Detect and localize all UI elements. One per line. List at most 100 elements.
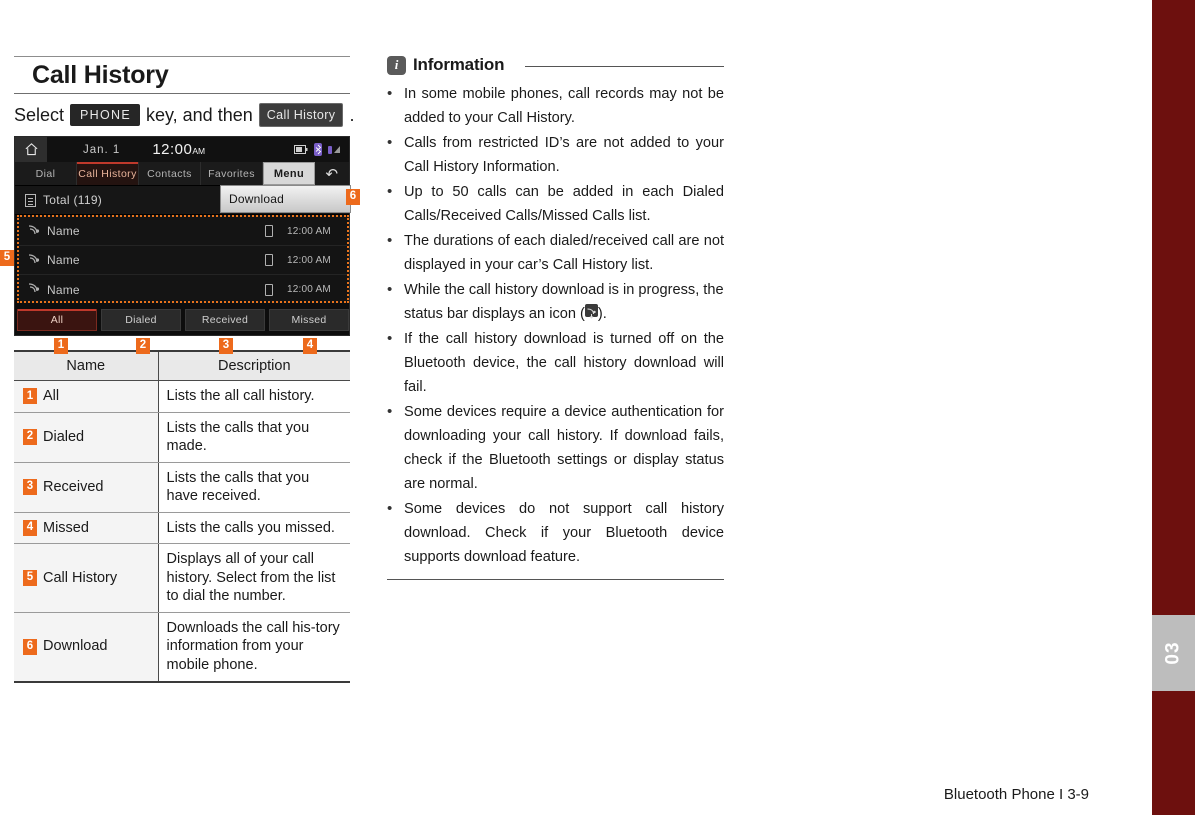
- device-filter-all[interactable]: All: [17, 309, 97, 331]
- table-row: 4 Missed Lists the calls you missed.: [14, 512, 350, 545]
- device-date: Jan. 1: [83, 143, 121, 156]
- page-footer: Bluetooth Phone I 3-9: [943, 786, 1089, 803]
- table-header-description: Description: [158, 351, 350, 381]
- table-cell-description: Lists the calls you missed.: [158, 512, 350, 545]
- info-bullet-text: Some devices do not support call history…: [404, 501, 724, 565]
- instruction-prefix: Select: [14, 104, 65, 125]
- callout-badge-2: 2: [136, 338, 150, 354]
- device-time-ampm: AM: [192, 146, 206, 156]
- call-history-button-chip[interactable]: Call History: [258, 103, 344, 127]
- bluetooth-icon: [314, 143, 322, 156]
- table-header-row: Name Description: [14, 351, 350, 381]
- callout-badge-1: 1: [54, 338, 68, 354]
- table-row: 1 All Lists the all call history.: [14, 380, 350, 413]
- table-row: 3 Received Lists the calls that you have…: [14, 462, 350, 513]
- table-cell-name: 6 Download: [14, 612, 159, 682]
- info-bullet-text-with-icon: While the call history download is in pr…: [404, 278, 724, 326]
- back-arrow-icon[interactable]: ↶: [315, 162, 349, 185]
- instruction-middle: key, and then: [145, 104, 253, 125]
- table-cell-name: 3 Received: [14, 462, 159, 513]
- device-filter-tabs: All Dialed Received Missed: [17, 309, 349, 331]
- table-cell-name: 2 Dialed: [14, 412, 159, 463]
- call-row-name: Name: [47, 282, 80, 297]
- info-bullet-text: Some devices require a device authentica…: [404, 404, 724, 492]
- device-download-menu-item[interactable]: Download: [220, 185, 351, 213]
- table-row: 6 Download Downloads the call his-tory i…: [14, 612, 350, 682]
- info-bullet: • In some mobile phones, call records ma…: [387, 82, 724, 130]
- device-filter-missed[interactable]: Missed: [269, 309, 349, 331]
- table-cell-name: 1 All: [14, 380, 159, 413]
- mobile-phone-icon: [265, 254, 273, 266]
- bullet-dot-icon: •: [387, 232, 393, 249]
- device-status-icons: [294, 143, 341, 156]
- instruction-line: Select PHONE key, and then Call History …: [14, 103, 354, 127]
- info-bullet-text: If the call history download is turned o…: [404, 331, 724, 395]
- device-menu-button[interactable]: Menu: [263, 162, 315, 185]
- device-total-text: Total (119): [43, 193, 103, 207]
- bullet-dot-icon: •: [387, 403, 393, 420]
- row-name-label: All: [43, 388, 60, 404]
- device-download-label: Download: [229, 192, 284, 206]
- row-name-label: Missed: [43, 519, 89, 536]
- call-list-row[interactable]: Name 12:00 AM: [19, 217, 347, 246]
- info-bullet-text-after: ).: [597, 306, 607, 322]
- device-tab-contacts[interactable]: Contacts: [139, 162, 201, 185]
- table-cell-description: Lists the calls that you have received.: [158, 462, 350, 513]
- call-row-time: 12:00 AM: [287, 225, 331, 237]
- info-bullet-text: Calls from restricted ID’s are not added…: [404, 135, 724, 175]
- row-name-label: Download: [43, 638, 108, 655]
- signal-icon: [328, 146, 340, 154]
- table-row: 5 Call History Displays all of your call…: [14, 543, 350, 613]
- table-cell-description: Downloads the call his-tory information …: [166, 619, 340, 674]
- device-tab-dial[interactable]: Dial: [15, 162, 77, 185]
- device-tab-call-history[interactable]: Call History: [77, 162, 139, 185]
- table-cell-description: Lists the all call history.: [158, 380, 350, 413]
- info-bullet: • While the call history download is in …: [387, 278, 724, 326]
- row-badge-3: 3: [23, 479, 37, 496]
- callout-badge-4: 4: [303, 338, 317, 354]
- list-icon: [25, 193, 36, 207]
- battery-icon: [294, 145, 308, 154]
- home-icon[interactable]: [15, 137, 47, 162]
- device-filter-dialed[interactable]: Dialed: [101, 309, 181, 331]
- info-bullet-text: Up to 50 calls can be added in each Dial…: [404, 184, 724, 224]
- phone-key-chip[interactable]: PHONE: [70, 104, 140, 126]
- callout-badge-3: 3: [219, 338, 233, 354]
- instruction-suffix: .: [349, 104, 355, 125]
- bullet-dot-icon: •: [387, 85, 393, 102]
- table-cell-name: 5 Call History: [14, 543, 159, 613]
- incoming-call-icon: [28, 253, 40, 263]
- device-filter-received[interactable]: Received: [185, 309, 265, 331]
- table-cell-description: Lists the calls that you made.: [158, 412, 350, 463]
- incoming-call-icon: [28, 224, 40, 234]
- device-call-list[interactable]: Name 12:00 AM Name 12:00 AM Name 12:00 A…: [17, 215, 349, 303]
- device-tab-bar: Dial Call History Contacts Favorites Men…: [15, 162, 349, 186]
- page-title: Call History: [32, 61, 169, 89]
- legend-table: Name Description 1 All Lists the all cal…: [14, 350, 350, 683]
- device-time-value: 12:00: [152, 141, 193, 158]
- info-bullet: • Some devices do not support call histo…: [387, 497, 724, 569]
- row-badge-4: 4: [23, 520, 37, 536]
- call-list-row[interactable]: Name 12:00 AM: [19, 275, 347, 304]
- device-tab-favorites[interactable]: Favorites: [201, 162, 263, 185]
- download-status-icon: [584, 304, 598, 319]
- info-icon: i: [387, 55, 406, 75]
- bullet-dot-icon: •: [387, 330, 393, 347]
- information-header-rule: [525, 65, 724, 67]
- mobile-phone-icon: [265, 283, 273, 296]
- row-name-label: Call History: [43, 569, 118, 586]
- call-list-row[interactable]: Name 12:00 AM: [19, 246, 347, 275]
- call-row-time: 12:00 AM: [287, 284, 331, 295]
- row-name-label: Dialed: [43, 428, 85, 445]
- bullet-dot-icon: •: [387, 281, 393, 298]
- row-badge-5: 5: [23, 570, 37, 587]
- table-row: 2 Dialed Lists the calls that you made.: [14, 412, 350, 463]
- info-bullet-text-before: While the call history download is in pr…: [404, 282, 724, 322]
- table-cell-description: Displays all of your call history. Selec…: [158, 543, 350, 613]
- call-row-name: Name: [47, 253, 80, 267]
- info-bullet: • Up to 50 calls can be added in each Di…: [387, 180, 724, 228]
- row-badge-6: 6: [23, 638, 37, 655]
- incoming-call-icon: [28, 283, 40, 293]
- callout-badge-6: 6: [346, 189, 360, 205]
- table-cell-name: 4 Missed: [14, 512, 159, 545]
